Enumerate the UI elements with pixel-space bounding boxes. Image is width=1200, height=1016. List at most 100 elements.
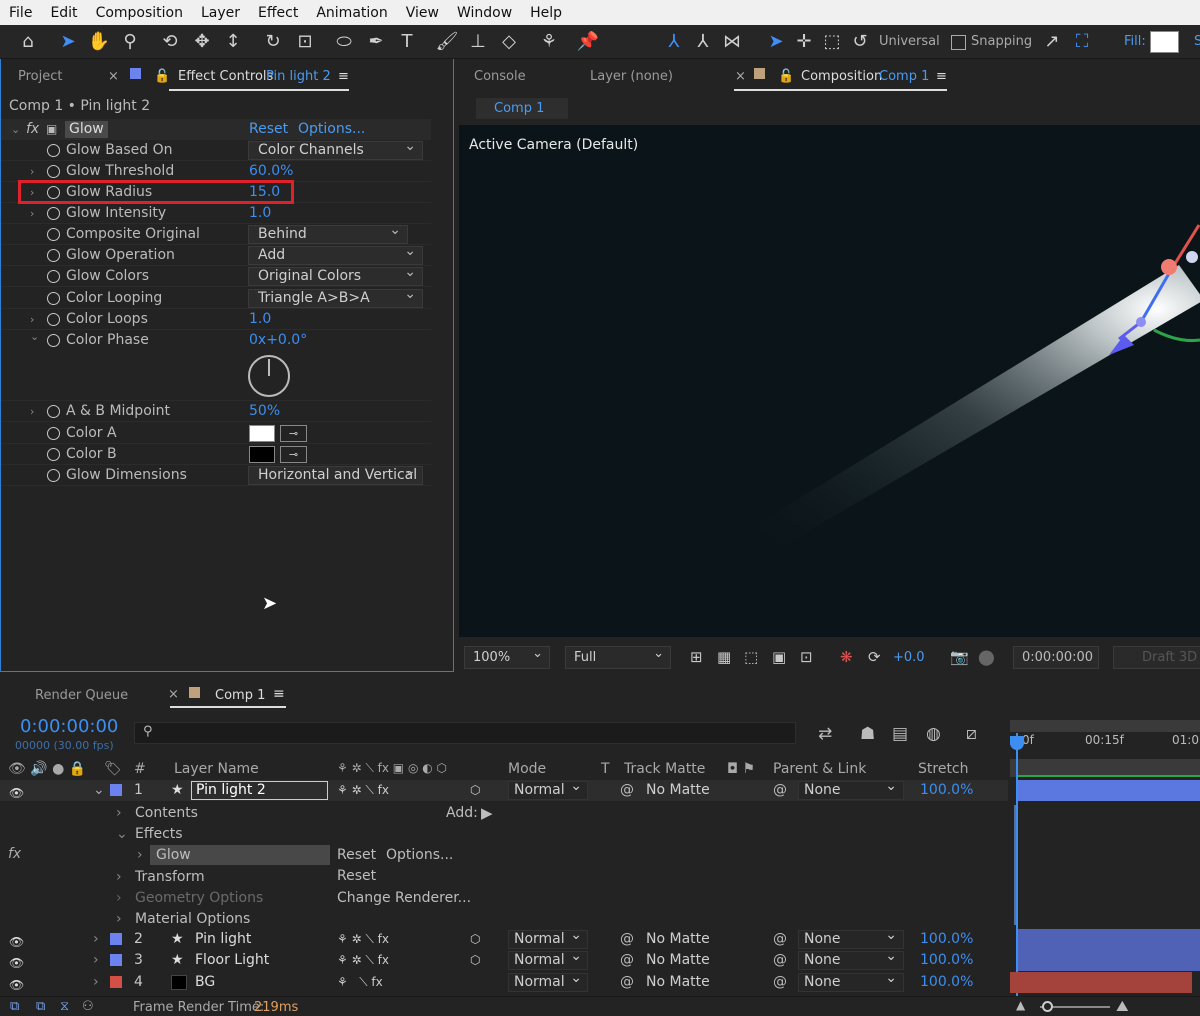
- stopwatch-icon[interactable]: [47, 448, 60, 461]
- glow-based-on-dropdown[interactable]: Color Channels: [248, 138, 423, 160]
- layer-switches[interactable]: ⚘ ✲ ⟍ fx: [337, 780, 389, 801]
- fx-icon[interactable]: fx: [26, 119, 39, 140]
- tab-layer[interactable]: Layer (none): [590, 69, 673, 84]
- pan-tool-icon[interactable]: ✥: [190, 30, 214, 54]
- grid-guides-icon[interactable]: ⊡: [800, 648, 813, 666]
- panel-menu-icon[interactable]: ≡: [273, 686, 285, 702]
- collapse-chevron-icon[interactable]: ⌄: [30, 326, 39, 347]
- snap-toggle-icon[interactable]: ↗: [1040, 30, 1064, 54]
- menu-effect[interactable]: Effect: [249, 5, 307, 21]
- close-icon[interactable]: ×: [108, 69, 119, 84]
- transparency-grid-icon[interactable]: ▦: [717, 648, 731, 666]
- expand-chevron-icon[interactable]: ›: [30, 161, 34, 182]
- glow-reset-link[interactable]: Reset: [337, 847, 376, 863]
- expand-chevron-icon[interactable]: ›: [137, 847, 143, 863]
- parent-dropdown[interactable]: None: [798, 948, 904, 970]
- layer-row-4[interactable]: 👁 › 4 BG ⚘ ⟍ fx Normal @ No Matte @ None…: [0, 970, 1008, 993]
- layer-switches[interactable]: ⚘ ⟍ fx: [337, 972, 383, 993]
- color-phase-value[interactable]: 0x+0.0°: [249, 330, 307, 351]
- motion-blur-icon[interactable]: ◍: [926, 724, 941, 744]
- layer-switches-toggle-icon[interactable]: ⧉: [10, 999, 19, 1014]
- stopwatch-icon[interactable]: [47, 249, 60, 262]
- mode-dropdown[interactable]: Normal: [508, 927, 588, 949]
- local-axis-icon[interactable]: ⅄: [662, 30, 686, 54]
- eye-icon[interactable]: 👁: [9, 953, 24, 970]
- pen-tool-icon[interactable]: ✒: [364, 30, 388, 54]
- mask-visibility-icon[interactable]: ⬚: [744, 648, 758, 666]
- expand-chevron-icon[interactable]: ›: [116, 911, 122, 927]
- fill-color-swatch[interactable]: [1150, 31, 1179, 53]
- layer-name[interactable]: BG: [195, 972, 215, 993]
- preserve-transparency-icon[interactable]: @: [620, 972, 634, 993]
- layer-name-input[interactable]: Pin light 2: [191, 781, 328, 800]
- stopwatch-icon[interactable]: [47, 228, 60, 241]
- stopwatch-icon[interactable]: [47, 207, 60, 220]
- layer-row-3[interactable]: 👁 › 3 ★ Floor Light ⚘ ✲ ⟍ fx ⬡ Normal @ …: [0, 948, 1008, 971]
- eraser-tool-icon[interactable]: ◇: [497, 30, 521, 54]
- 3d-select-icon[interactable]: ➤: [764, 30, 788, 54]
- glow-operation-dropdown[interactable]: Add: [248, 243, 423, 265]
- hand-tool-icon[interactable]: ✋: [87, 30, 111, 54]
- parent-dropdown[interactable]: None: [798, 778, 904, 800]
- search-input[interactable]: ⚲: [134, 722, 796, 744]
- stopwatch-icon[interactable]: [47, 292, 60, 305]
- current-time-display[interactable]: 0:00:00:00: [1013, 646, 1099, 669]
- zoom-out-icon[interactable]: ▲: [1016, 998, 1025, 1012]
- resolution-dropdown[interactable]: Full ⌄: [565, 646, 671, 669]
- transfer-controls-toggle-icon[interactable]: ⧉: [36, 999, 45, 1014]
- layer-name[interactable]: Floor Light: [195, 950, 269, 971]
- color-loops-value[interactable]: 1.0: [249, 309, 271, 330]
- graph-editor-icon[interactable]: ⧄: [966, 724, 977, 744]
- in-out-toggle-icon[interactable]: ⧖: [60, 999, 69, 1014]
- tab-project[interactable]: Project: [18, 69, 62, 84]
- glow-intensity-value[interactable]: 1.0: [249, 203, 271, 224]
- show-snapshot-icon[interactable]: ⬤: [978, 648, 995, 666]
- zoom-dropdown[interactable]: 100% ⌄: [464, 646, 550, 669]
- timeline-timecode[interactable]: 0:00:00:00: [20, 716, 118, 737]
- stopwatch-icon[interactable]: [47, 144, 60, 157]
- stopwatch-icon[interactable]: [47, 334, 60, 347]
- menu-help[interactable]: Help: [521, 5, 571, 21]
- menu-layer[interactable]: Layer: [192, 5, 249, 21]
- home-icon[interactable]: ⌂: [16, 30, 40, 54]
- 3d-layer-icon[interactable]: ⬡: [470, 780, 480, 801]
- stretch-value[interactable]: 100.0%: [920, 972, 973, 993]
- render-time-toggle-icon[interactable]: ⚇: [82, 999, 94, 1014]
- exposure-value[interactable]: +0.0: [893, 650, 925, 665]
- effects-group[interactable]: Effects: [135, 826, 183, 842]
- menu-animation[interactable]: Animation: [307, 5, 396, 21]
- 3d-scale-icon[interactable]: ⬚: [820, 30, 844, 54]
- layer-bar-1[interactable]: [1018, 780, 1200, 801]
- tab-render-queue[interactable]: Render Queue: [35, 688, 128, 703]
- stopwatch-icon[interactable]: [47, 270, 60, 283]
- composite-original-dropdown[interactable]: Behind: [248, 222, 408, 244]
- tab-composition[interactable]: Composition: [801, 69, 882, 84]
- layer-name-header[interactable]: Layer Name: [174, 761, 259, 780]
- snapping-checkbox[interactable]: [951, 35, 966, 50]
- menu-edit[interactable]: Edit: [41, 5, 86, 21]
- eye-icon[interactable]: 👁: [9, 783, 24, 800]
- stopwatch-icon[interactable]: [47, 427, 60, 440]
- layer-row-2[interactable]: 👁 › 2 ★ Pin light ⚘ ✲ ⟍ fx ⬡ Normal @ No…: [0, 927, 1008, 950]
- expand-chevron-icon[interactable]: ›: [93, 972, 99, 993]
- tab-comp[interactable]: Comp 1: [215, 688, 265, 703]
- color-looping-dropdown[interactable]: Triangle A>B>A: [248, 286, 423, 308]
- expand-chevron-icon[interactable]: ›: [30, 203, 34, 224]
- composition-viewer[interactable]: Active Camera (Default): [459, 125, 1200, 637]
- zoom-slider-track[interactable]: [1040, 1001, 1110, 1012]
- roto-brush-icon[interactable]: ⚘: [537, 30, 561, 54]
- lock-icon[interactable]: 🔓: [778, 69, 794, 84]
- expand-chevron-icon[interactable]: ›: [116, 805, 122, 821]
- puppet-pin-icon[interactable]: 📌: [576, 30, 600, 54]
- parent-dropdown[interactable]: None: [798, 970, 904, 992]
- rotate-tool-icon[interactable]: ↻: [261, 30, 285, 54]
- layer-switches[interactable]: ⚘ ✲ ⟍ fx: [337, 950, 389, 971]
- glow-threshold-value[interactable]: 60.0%: [249, 161, 293, 182]
- track-matte-dropdown[interactable]: No Matte: [646, 950, 710, 971]
- collapse-chevron-icon[interactable]: ⌄: [116, 826, 128, 842]
- layer-bar-3[interactable]: [1018, 950, 1200, 971]
- color-b-swatch[interactable]: [249, 446, 275, 463]
- region-of-interest-icon[interactable]: ▣: [772, 648, 786, 666]
- stretch-value[interactable]: 100.0%: [920, 950, 973, 971]
- close-icon[interactable]: ×: [735, 69, 746, 84]
